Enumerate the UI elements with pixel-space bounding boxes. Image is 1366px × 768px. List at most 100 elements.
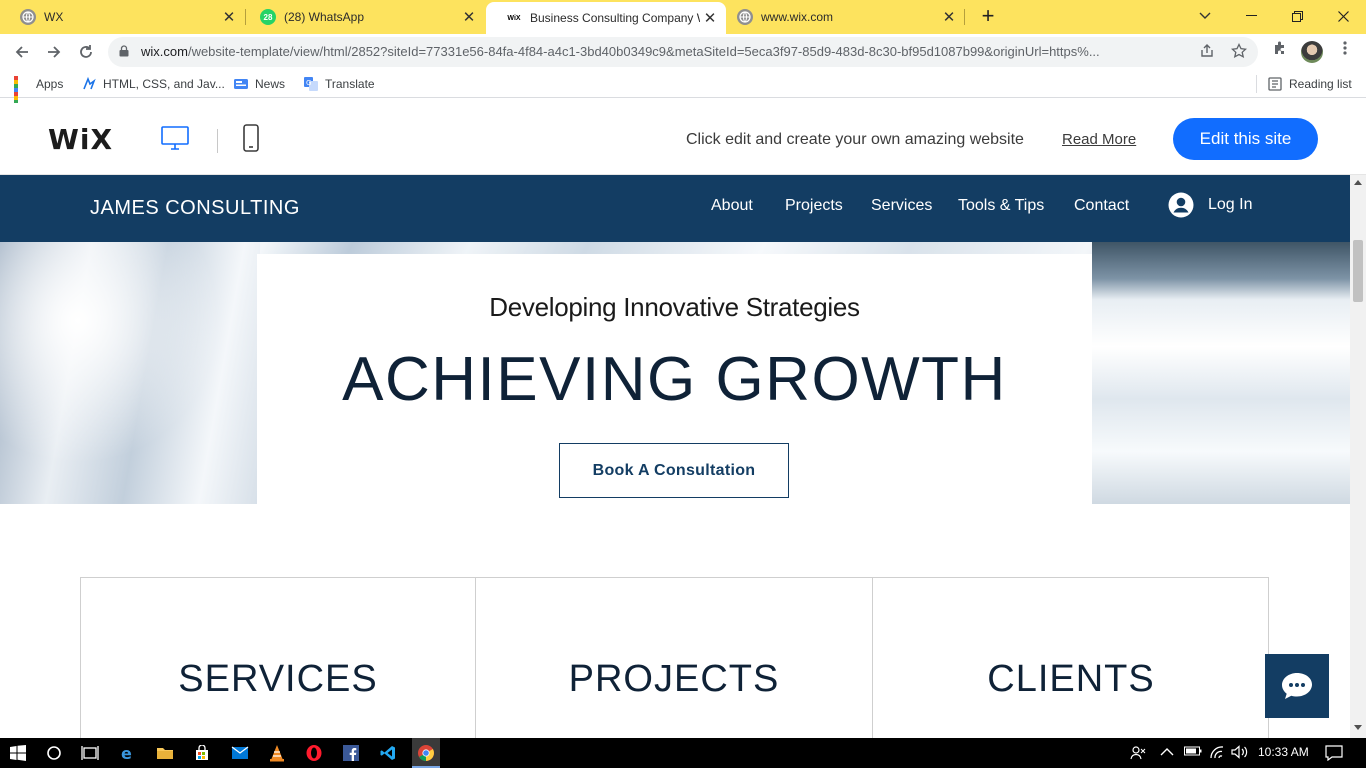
book-consultation-button[interactable]: Book A Consultation [559,443,789,498]
tab-wix-com[interactable]: www.wix.com ✕ [717,0,965,34]
page-scrollbar[interactable] [1350,175,1366,738]
profile-avatar[interactable] [1301,41,1323,63]
news-icon [233,76,249,92]
bookmarks-bar: Apps HTML, CSS, and Jav... News G Transl… [0,70,1366,112]
close-icon[interactable]: ✕ [219,8,239,26]
mobile-view-icon[interactable] [236,123,266,153]
new-tab-icon[interactable]: + [976,5,1000,29]
bookmark-apps[interactable]: Apps [14,76,64,112]
hero-subtitle: Developing Innovative Strategies [489,292,860,322]
scrollbar-thumb[interactable] [1353,240,1363,302]
tab-strip: WX ✕ 28 (28) WhatsApp ✕ WiX Business Con… [0,0,1366,34]
chat-button[interactable] [1265,654,1329,718]
feature-cards: SERVICES PROJECTS CLIENTS [80,577,1269,738]
vscode-icon[interactable] [378,743,398,763]
bookmark-label: News [255,77,286,91]
windows-start-icon[interactable] [8,743,28,763]
bookmark-label: Translate [325,77,375,91]
task-view-icon[interactable] [80,743,100,763]
site-header: JAMES CONSULTING About Projects Services… [0,175,1350,242]
scroll-down-icon[interactable] [1354,725,1362,730]
file-explorer-icon[interactable] [155,743,175,763]
chat-bubble-icon [1282,673,1312,699]
translate-icon: G [303,76,319,92]
desktop-view-icon[interactable] [160,123,190,153]
tab-title: (28) WhatsApp [284,10,365,24]
bookmark-star-icon[interactable] [1230,42,1248,61]
close-icon[interactable]: ✕ [939,8,959,26]
people-icon[interactable] [1130,745,1146,764]
tab-wx[interactable]: WX ✕ [0,0,245,34]
card-clients[interactable]: CLIENTS [873,578,1269,738]
vlc-icon[interactable] [267,743,287,763]
search-icon[interactable] [44,743,64,763]
url-path: /website-template/view/html/2852?siteId=… [187,44,1100,59]
bookmark-label: HTML, CSS, and Jav... [103,77,225,91]
nav-link-about[interactable]: About [711,197,753,215]
globe-icon [737,9,753,25]
reading-list[interactable]: Reading list [1267,76,1352,92]
extensions-icon[interactable] [1269,40,1291,62]
battery-icon[interactable] [1184,745,1202,760]
back-icon[interactable] [10,40,34,64]
url-text: wix.com/website-template/view/html/2852?… [141,44,1181,59]
bookmark-html-css[interactable]: HTML, CSS, and Jav... [81,76,225,92]
card-services[interactable]: SERVICES [81,578,476,738]
hero-section: Developing Innovative Strategies ACHIEVI… [0,242,1350,504]
login-link[interactable]: Log In [1208,196,1252,214]
mail-icon[interactable] [230,743,250,763]
bookmark-label: Apps [36,77,64,91]
forward-icon[interactable] [42,40,66,64]
nav-link-projects[interactable]: Projects [785,197,843,215]
reading-list-icon [1267,76,1283,92]
store-icon[interactable] [192,743,212,763]
address-bar[interactable]: wix.com/website-template/view/html/2852?… [108,37,1258,67]
card-title: CLIENTS [987,658,1155,700]
wix-logo[interactable]: WiX [48,123,113,156]
opera-icon[interactable] [304,743,324,763]
share-icon[interactable] [1198,43,1216,61]
tab-business-consulting[interactable]: WiX Business Consulting Company W ✕ [486,2,726,34]
user-icon[interactable] [1168,192,1194,218]
chrome-icon[interactable] [416,743,436,763]
notifications-icon[interactable] [1325,745,1343,764]
edit-this-site-button[interactable]: Edit this site [1173,118,1318,160]
menu-dots-icon[interactable] [1334,40,1356,62]
facebook-icon[interactable] [341,743,361,763]
scroll-up-icon[interactable] [1354,180,1362,185]
bookmark-translate[interactable]: G Translate [303,76,375,92]
hero-background-snow [0,242,260,504]
reading-list-label: Reading list [1289,77,1352,91]
close-icon[interactable]: ✕ [459,8,479,26]
tab-search-icon[interactable] [1182,0,1228,32]
system-clock[interactable]: 10:33 AM [1258,745,1309,759]
hero-title: ACHIEVING GROWTH [342,345,1007,414]
wifi-icon[interactable] [1209,745,1225,762]
show-hidden-icons[interactable] [1160,745,1174,760]
tab-title: Business Consulting Company W [530,11,700,25]
tab-title: www.wix.com [761,10,834,24]
card-projects[interactable]: PROJECTS [476,578,873,738]
restore-icon[interactable] [1274,0,1320,32]
wix-icon: WiX [506,10,522,26]
edge-browser-icon[interactable]: e [118,743,138,763]
wix-promo-message: Click edit and create your own amazing w… [686,131,1024,148]
hero-card: Developing Innovative Strategies ACHIEVI… [257,254,1092,504]
reload-icon[interactable] [74,40,98,64]
tab-whatsapp[interactable]: 28 (28) WhatsApp ✕ [240,0,485,34]
browser-toolbar: wix.com/website-template/view/html/2852?… [0,34,1366,70]
nav-link-tools-tips[interactable]: Tools & Tips [958,197,1044,215]
nav-link-services[interactable]: Services [871,197,932,215]
whatsapp-icon: 28 [260,9,276,25]
minimize-icon[interactable] [1228,0,1274,32]
tab-divider [964,9,965,25]
volume-icon[interactable] [1231,745,1249,762]
apps-grid-icon [14,76,30,112]
notification-badge: 28 [263,12,273,22]
close-window-icon[interactable] [1320,0,1366,32]
nav-link-contact[interactable]: Contact [1074,197,1129,215]
lock-icon[interactable] [118,45,130,57]
site-brand[interactable]: JAMES CONSULTING [90,197,300,220]
bookmark-news[interactable]: News [233,76,285,92]
read-more-link[interactable]: Read More [1062,131,1136,148]
